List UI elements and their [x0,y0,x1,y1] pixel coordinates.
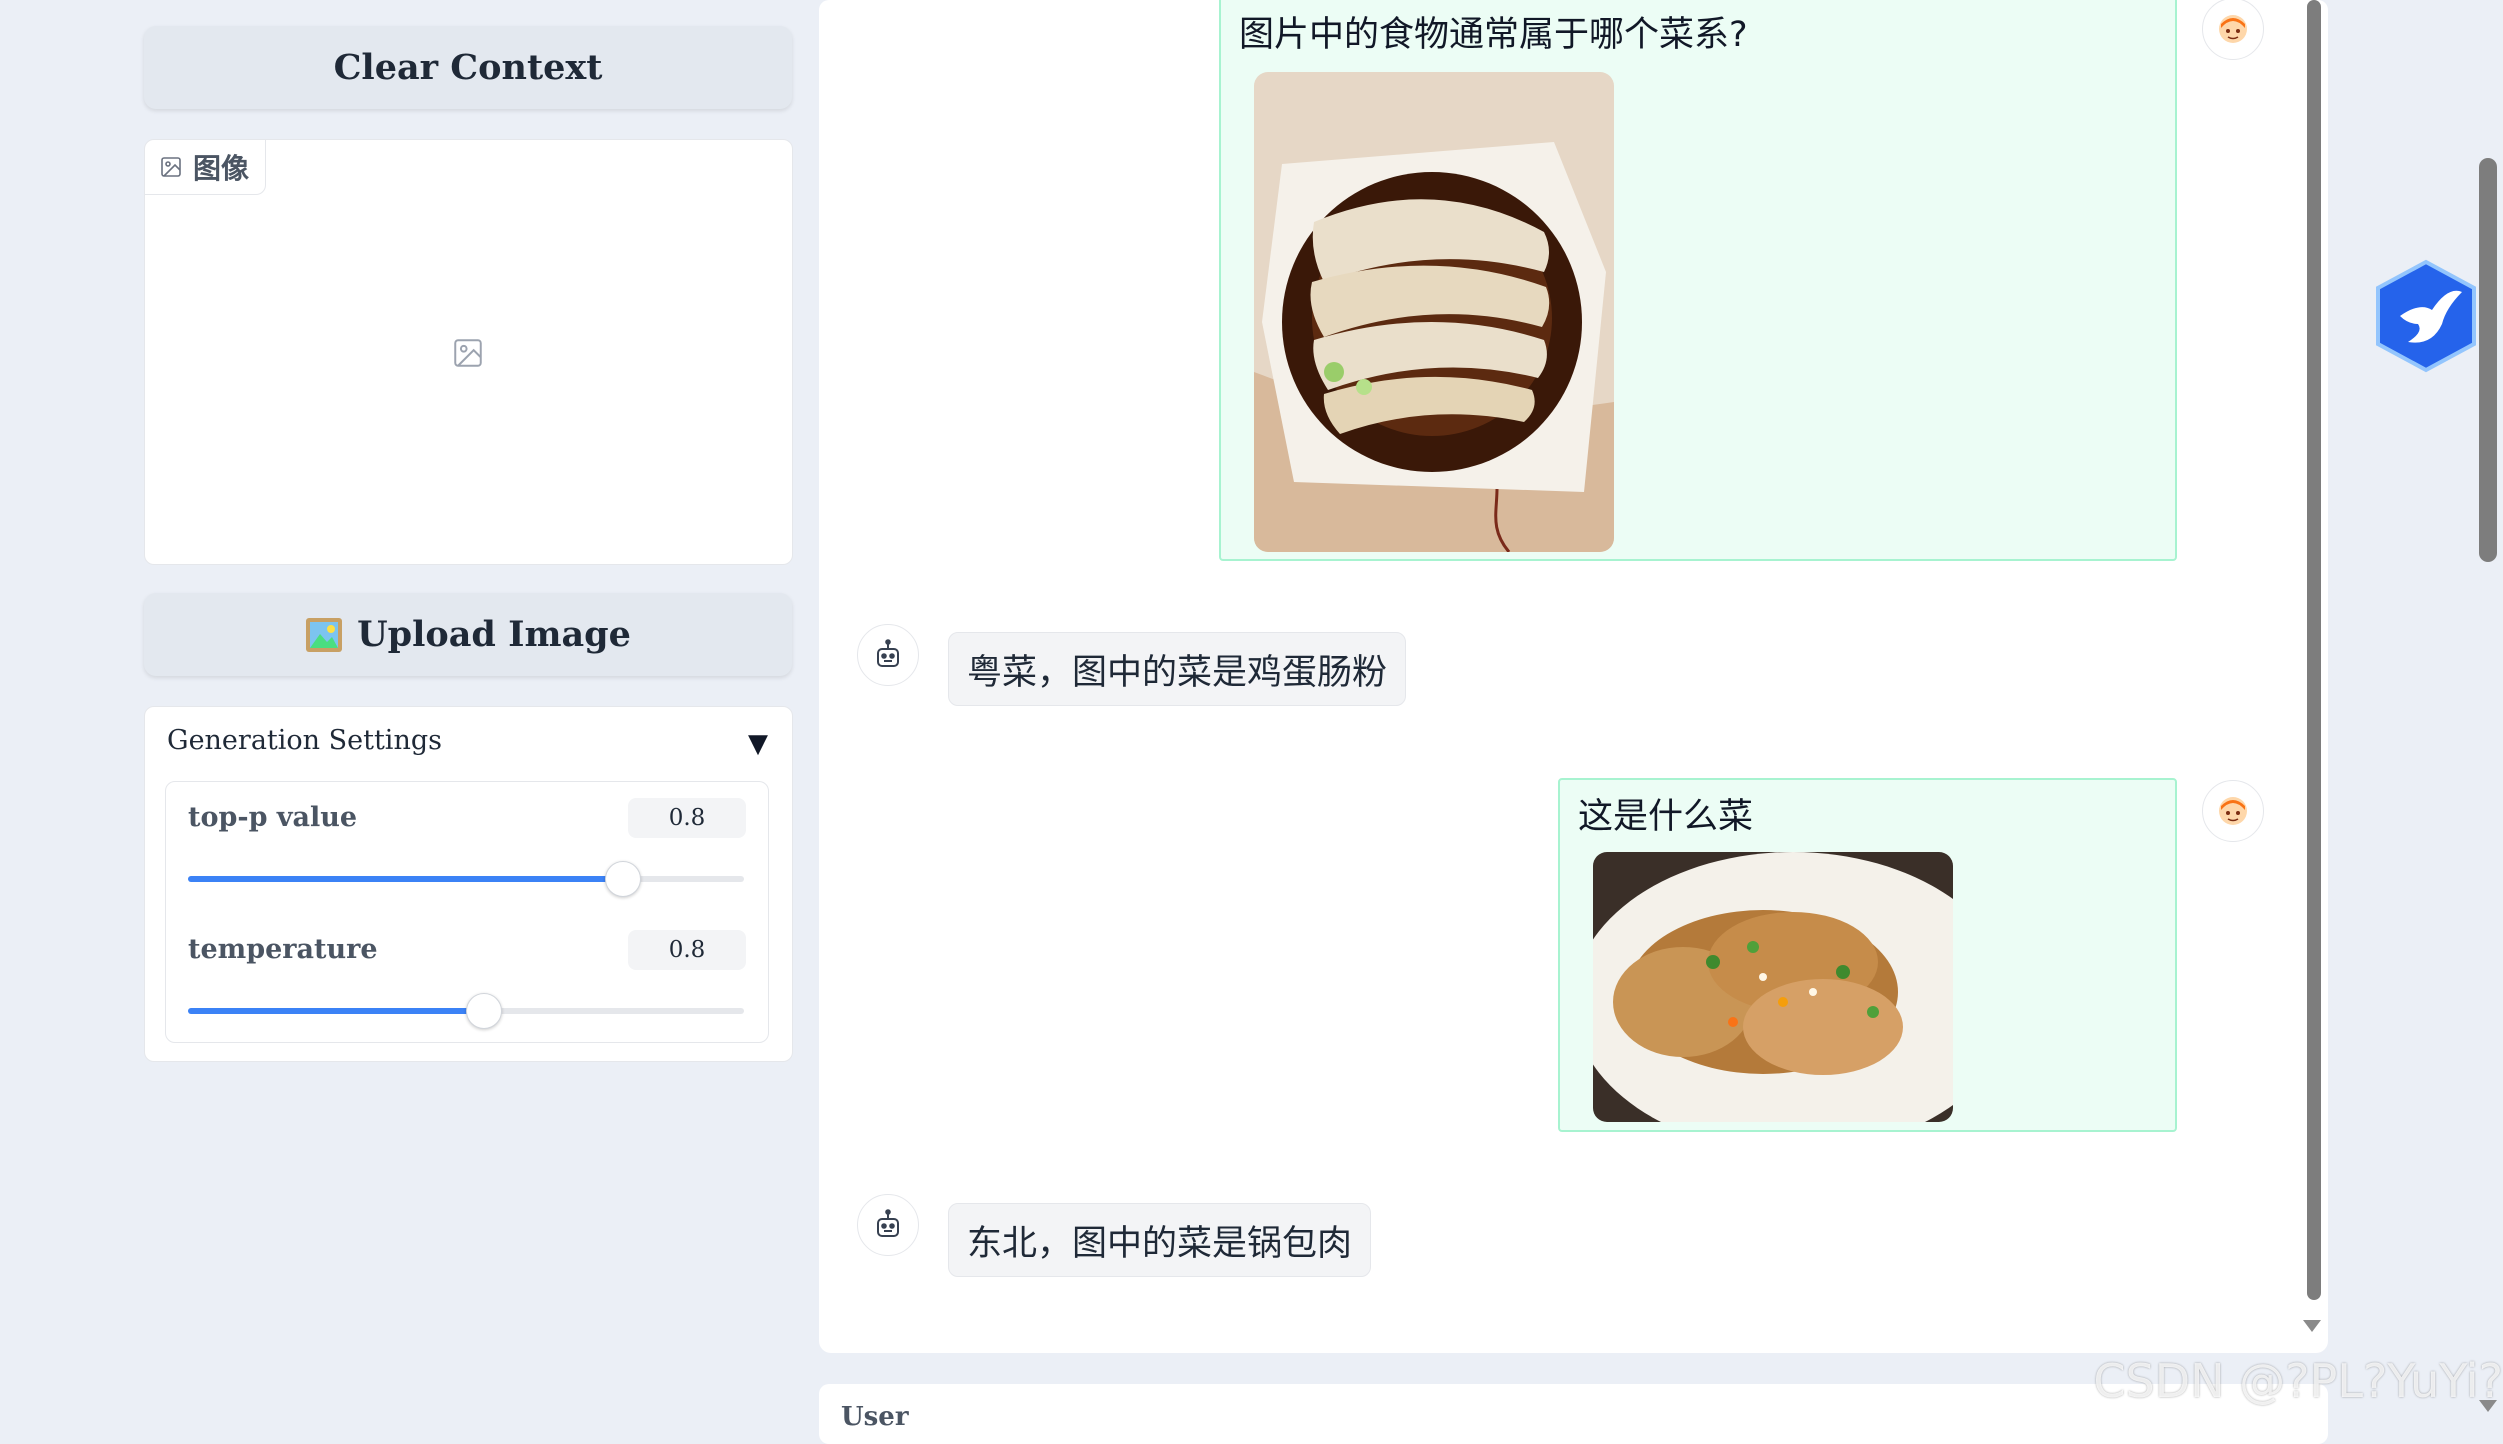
chat-scroll-down-icon[interactable] [2303,1320,2321,1332]
robot-avatar-icon [857,1194,919,1256]
user-avatar-icon [2202,0,2264,60]
user-avatar-icon [2202,780,2264,842]
temperature-slider-thumb[interactable] [465,993,502,1029]
image-placeholder-icon [451,336,485,374]
user-message-text: 这是什么菜 [1578,797,1754,837]
image-upload-area[interactable]: 图像 [144,139,793,565]
bot-message-text: 东北，图中的菜是锅包肉 [967,1223,1353,1264]
clear-context-label: Clear Context [333,47,603,88]
top-p-value-input[interactable]: 0.8 [628,798,746,838]
top-p-slider-thumb[interactable] [604,861,641,897]
user-message: 这是什么菜 [1558,778,2177,1132]
bot-message: 粤菜，图中的菜是鸡蛋肠粉 [948,632,1407,706]
temperature-value-input[interactable]: 0.8 [628,930,746,970]
watermark: CSDN @?PL?YuYi? [2093,1354,2503,1408]
image-label-tag: 图像 [145,140,267,195]
temperature-slider-fill [188,1008,483,1014]
top-p-label: top-p value [188,802,358,833]
user-input-label: User [841,1402,909,1432]
page-scrollbar[interactable] [2479,158,2497,562]
guo-bao-rou-photo[interactable] [1593,852,1953,1122]
chat-panel: 图片中的食物通常属于哪个菜系? 粤菜，图中的菜是鸡蛋肠粉 这是什么菜 东北，图中… [819,0,2328,1353]
upload-image-button[interactable]: Upload Image [144,593,792,676]
user-message-text: 图片中的食物通常属于哪个菜系? [1239,15,1748,55]
image-icon [161,157,181,177]
upload-image-label: Upload Image [357,614,631,655]
framed-picture-icon [306,617,343,652]
user-message: 图片中的食物通常属于哪个菜系? [1219,0,2177,561]
temperature-label: temperature [188,934,378,965]
top-p-slider[interactable] [188,861,744,897]
cheung-fun-photo[interactable] [1254,72,1614,552]
image-label-text: 图像 [193,152,250,185]
floating-bird-widget-icon[interactable] [2372,258,2480,378]
chat-scrollbar[interactable] [2307,0,2321,1300]
collapse-toggle-icon[interactable]: ▼ [748,729,768,759]
temperature-slider[interactable] [188,993,744,1029]
top-p-slider-fill [188,876,622,882]
clear-context-button[interactable]: Clear Context [144,26,792,109]
bot-message: 东北，图中的菜是锅包肉 [948,1203,1372,1277]
generation-settings-panel: Generation Settings ▼ top-p value 0.8 te… [144,706,793,1062]
robot-avatar-icon [857,624,919,686]
slider-group: top-p value 0.8 temperature 0.8 [165,781,769,1043]
generation-settings-title[interactable]: Generation Settings [167,725,442,756]
bot-message-text: 粤菜，图中的菜是鸡蛋肠粉 [967,652,1388,693]
